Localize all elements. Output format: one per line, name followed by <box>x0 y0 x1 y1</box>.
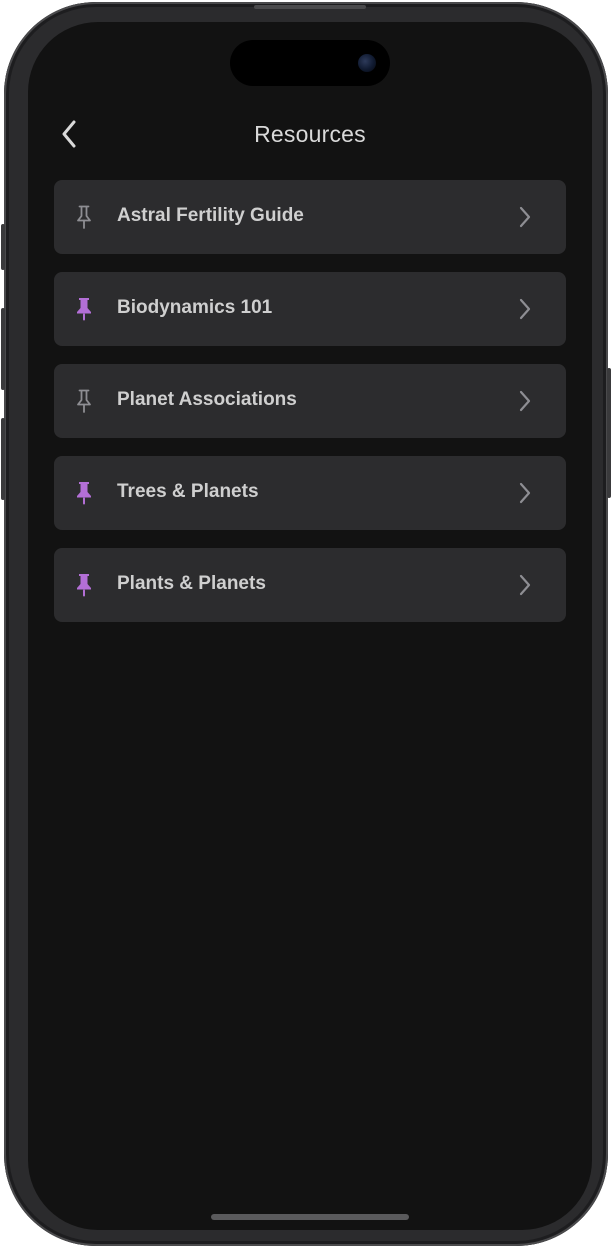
phone-volume-up-button <box>1 308 5 390</box>
resource-label: Trees & Planets <box>117 481 259 502</box>
pushpin-icon[interactable] <box>74 572 94 598</box>
chevron-right-icon <box>519 206 531 228</box>
resource-row[interactable]: Trees & Planets <box>54 456 566 530</box>
chevron-right-icon <box>519 574 531 596</box>
phone-volume-down-button <box>1 418 5 500</box>
resource-label: Plants & Planets <box>117 573 266 594</box>
home-indicator[interactable] <box>211 1214 409 1220</box>
resource-label: Biodynamics 101 <box>117 297 273 318</box>
pushpin-icon[interactable] <box>74 296 94 322</box>
phone-power-button <box>607 368 611 498</box>
dynamic-island <box>230 40 390 86</box>
pushpin-icon[interactable] <box>74 388 94 414</box>
page-title: Resources <box>254 121 366 147</box>
phone-top-sensor <box>254 5 366 9</box>
resource-label: Planet Associations <box>117 389 297 410</box>
resource-row[interactable]: Astral Fertility Guide <box>54 180 566 254</box>
pushpin-icon[interactable] <box>74 480 94 506</box>
navigation-bar: Resources <box>28 112 592 156</box>
resource-list: Astral Fertility Guide Biodynamics 101 Pla… <box>54 180 566 640</box>
app-screen: Resources Astral Fertility Guide Biodynam… <box>28 22 592 1230</box>
resource-row[interactable]: Plants & Planets <box>54 548 566 622</box>
front-camera <box>358 54 376 72</box>
pushpin-icon[interactable] <box>74 204 94 230</box>
chevron-right-icon <box>519 482 531 504</box>
phone-frame: Resources Astral Fertility Guide Biodynam… <box>1 2 611 1246</box>
chevron-right-icon <box>519 298 531 320</box>
chevron-right-icon <box>519 390 531 412</box>
phone-action-button <box>1 224 5 270</box>
resource-row[interactable]: Planet Associations <box>54 364 566 438</box>
resource-label: Astral Fertility Guide <box>117 205 304 226</box>
resource-row[interactable]: Biodynamics 101 <box>54 272 566 346</box>
